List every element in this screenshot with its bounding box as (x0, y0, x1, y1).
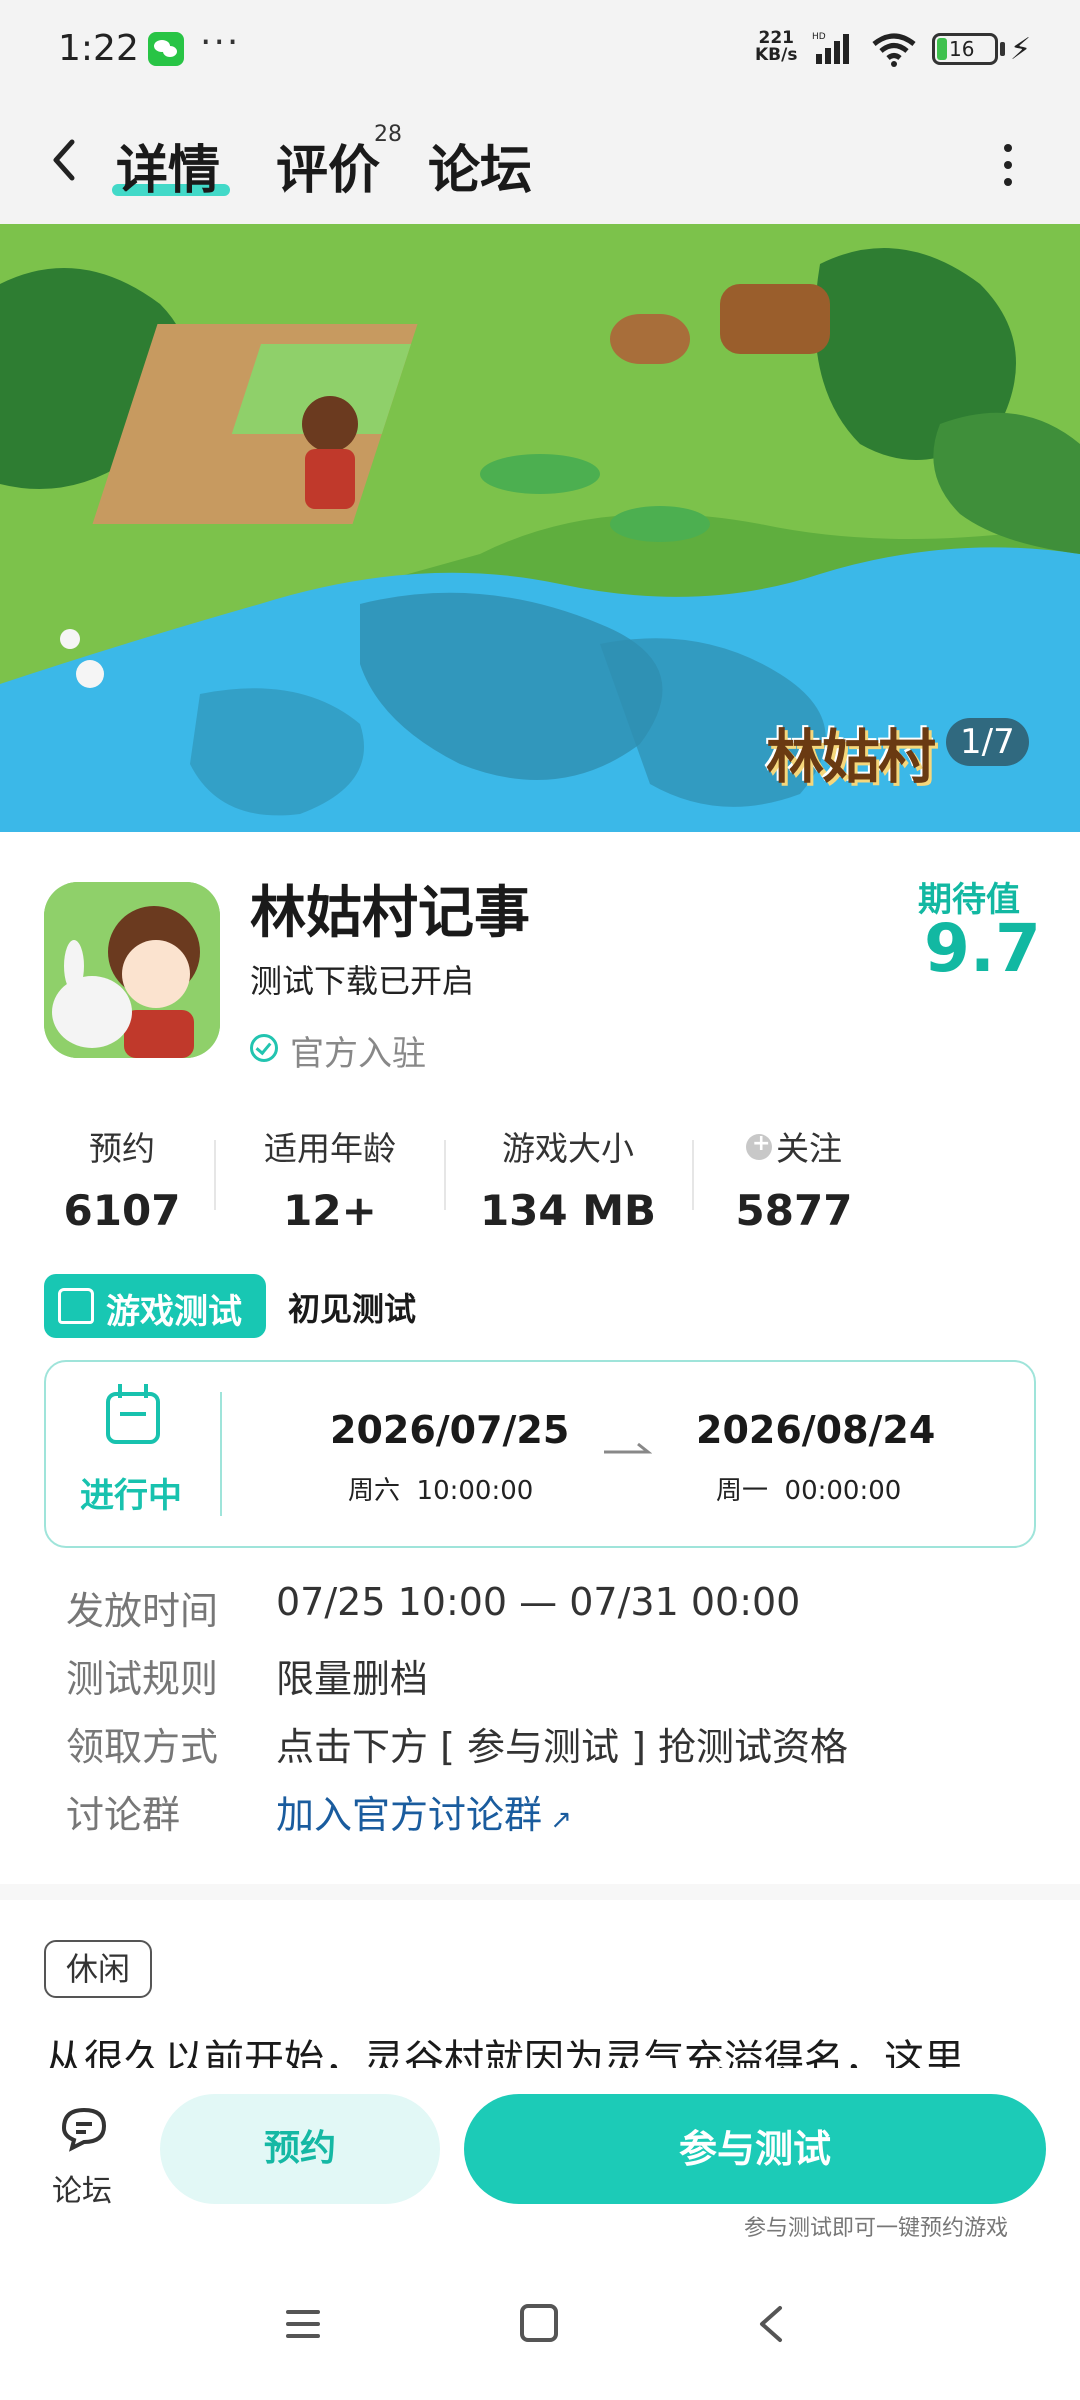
stat-divider (214, 1140, 216, 1210)
game-title: 林姑村记事 (250, 881, 530, 946)
stat-label: 游戏大小 (502, 1129, 634, 1168)
test-status: 进行中 (80, 1476, 182, 1516)
forum-label[interactable]: 论坛 (52, 2166, 112, 2210)
test-phase-name: 初见测试 (288, 1290, 417, 1328)
stat-divider (444, 1140, 446, 1210)
section-divider (0, 1884, 1080, 1900)
info-row-release-time: 发放时间 07/25 10:00 — 07/31 00:00 (66, 1580, 1026, 1640)
battery-level: 16 (949, 37, 975, 61)
tab-detail[interactable]: 详情 (116, 128, 220, 203)
status-time: 1:22 (58, 28, 139, 69)
status-bar: 1:22 ··· 221 KB/s HD 16 ⚡ (0, 0, 1080, 100)
anticipation-score: 9.7 (924, 910, 1041, 987)
info-label: 领取方式 (66, 1725, 219, 1769)
banner-carousel[interactable]: 林姑村 1/7 (0, 224, 1080, 832)
game-icon (44, 882, 220, 1058)
bottom-action-bar: 论坛 预约 参与测试 参与测试即可一键预约游戏 (0, 2068, 1080, 2248)
tab-forum[interactable]: 论坛 (428, 128, 532, 203)
banner-page-counter: 1/7 (946, 718, 1029, 766)
forum-icon[interactable] (56, 2104, 112, 2154)
game-description: 从很久以前开始，灵谷村就因为灵气充溢得名，这里 (44, 2037, 964, 2068)
charging-icon: ⚡ (1010, 32, 1032, 67)
stat-value: 134 MB (479, 1186, 657, 1226)
end-time: 周一 00:00:00 (716, 1476, 902, 1506)
battery-tip (1000, 42, 1005, 56)
join-discussion-link-text[interactable]: 加入官方讨论群 (276, 1793, 542, 1837)
stat-reservations: 预约 6107 (44, 1122, 200, 1226)
external-link-icon: ↗ (542, 1805, 573, 1835)
tab-review[interactable]: 评价 (276, 128, 380, 203)
start-date: 2026/07/25 (330, 1408, 570, 1452)
follow-heart-icon (746, 1131, 772, 1160)
network-speed: 221 KB/s (755, 30, 797, 64)
reserve-button[interactable]: 预约 (160, 2094, 440, 2204)
info-label: 讨论群 (66, 1793, 181, 1837)
card-divider (220, 1392, 222, 1516)
stat-followers[interactable]: 关注 5877 (714, 1122, 874, 1226)
genre-tag[interactable]: 休闲 (44, 1940, 153, 1998)
arrow-right-icon (604, 1442, 652, 1454)
recent-apps-icon[interactable] (284, 2306, 322, 2342)
verified-check-icon (250, 1034, 278, 1062)
info-value: 07/25 10:00 — 07/31 00:00 (276, 1580, 801, 1624)
start-time: 周六 10:00:00 (348, 1476, 534, 1506)
game-subtitle: 测试下载已开启 (250, 962, 475, 1000)
stat-label: 关注 (776, 1129, 842, 1168)
info-label: 测试规则 (66, 1657, 219, 1701)
review-count: 28 (374, 122, 402, 147)
home-icon[interactable] (520, 2304, 558, 2342)
join-test-button[interactable]: 参与测试 (464, 2094, 1046, 2204)
game-test-badge: 游戏测试 (44, 1274, 266, 1338)
info-row-test-rules: 测试规则 限量删档 (66, 1648, 1026, 1708)
nav-header: 详情 评价 28 论坛 (0, 100, 1080, 224)
official-label: 官方入驻 (290, 1034, 426, 1074)
test-schedule-card: 进行中 2026/07/25 周六 10:00:00 2026/08/24 周一… (44, 1360, 1036, 1548)
end-date: 2026/08/24 (696, 1408, 936, 1452)
network-speed-unit: KB/s (755, 45, 798, 65)
stat-value: 5877 (735, 1186, 853, 1226)
battery-icon: 16 (932, 33, 998, 65)
info-value: 点击下方 [ 参与测试 ] 抢测试资格 (276, 1725, 848, 1769)
signal-icon: HD (812, 32, 849, 64)
info-row-discussion-group: 讨论群 加入官方讨论群 ↗ (66, 1784, 1026, 1844)
test-badge-label: 游戏测试 (106, 1292, 242, 1332)
more-menu-icon[interactable] (998, 140, 1018, 190)
info-value: 限量删档 (276, 1657, 429, 1701)
info-row-claim-method: 领取方式 点击下方 [ 参与测试 ] 抢测试资格 (66, 1716, 1026, 1776)
test-icon (58, 1288, 94, 1324)
join-discussion-group-link[interactable]: 加入官方讨论群 ↗ (276, 1784, 572, 1839)
wifi-icon (872, 33, 916, 67)
back-button[interactable] (40, 130, 90, 190)
stat-age-rating: 适用年龄 12+ (236, 1122, 424, 1226)
banner-game-logo: 林姑村 (766, 723, 936, 791)
system-navigation-bar (0, 2248, 1080, 2400)
svg-text:HD: HD (812, 32, 826, 42)
info-label: 发放时间 (66, 1589, 219, 1633)
stat-value: 12+ (283, 1186, 377, 1226)
stat-value: 6107 (63, 1186, 181, 1226)
stat-game-size: 游戏大小 134 MB (466, 1122, 670, 1226)
wechat-notification-icon (148, 32, 184, 66)
calendar-icon (106, 1384, 160, 1444)
more-notifications-icon: ··· (200, 22, 241, 63)
system-back-icon[interactable] (752, 2302, 792, 2346)
stat-label: 预约 (89, 1129, 155, 1168)
join-test-hint: 参与测试即可一键预约游戏 (744, 2216, 1009, 2241)
stat-divider (692, 1140, 694, 1210)
stat-label: 适用年龄 (264, 1129, 396, 1168)
